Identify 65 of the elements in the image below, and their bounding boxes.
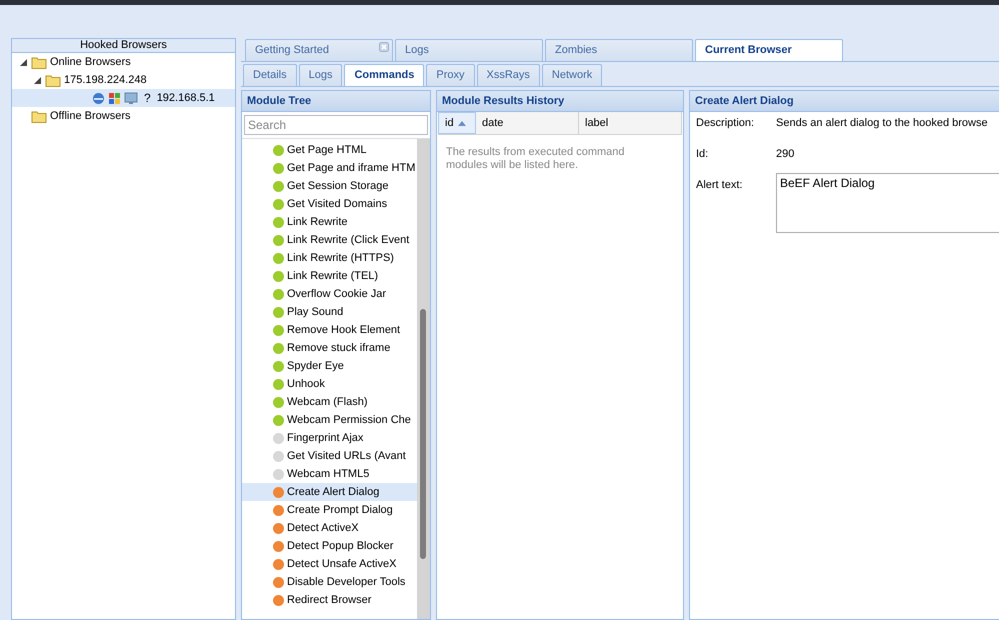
field-value: 290	[776, 148, 794, 160]
scrollbar[interactable]	[417, 139, 430, 619]
module-item[interactable]: Get Visited Domains	[242, 195, 417, 213]
module-item[interactable]: Get Page HTML	[242, 141, 417, 159]
windows-logo-icon	[108, 92, 121, 104]
module-item[interactable]: Detect Popup Blocker	[242, 537, 417, 555]
tree-node-label[interactable]: 175.198.224.248	[64, 74, 147, 86]
module-item[interactable]: Detect ActiveX	[242, 519, 417, 537]
module-item[interactable]: Play Sound	[242, 303, 417, 321]
module-item[interactable]: Create Prompt Dialog	[242, 501, 417, 519]
tab[interactable]: Network	[542, 64, 602, 86]
column-header[interactable]: label	[579, 112, 682, 134]
tab[interactable]: Logs	[395, 39, 543, 61]
tab[interactable]: XssRays	[476, 64, 540, 86]
expanded-icon[interactable]	[34, 76, 40, 84]
alert-text-field[interactable]: BeEF Alert Dialog	[776, 173, 999, 233]
tab[interactable]: Current Browser	[695, 39, 843, 61]
module-item[interactable]: Get Visited URLs (Avant	[242, 447, 417, 465]
module-item[interactable]: Link Rewrite	[242, 213, 417, 231]
tab[interactable]: Proxy	[426, 64, 475, 86]
folder-icon	[45, 74, 61, 86]
module-item[interactable]: Detect Unsafe ActiveX	[242, 555, 417, 573]
module-item[interactable]: Link Rewrite (TEL)	[242, 267, 417, 285]
folder-icon	[31, 56, 47, 68]
module-item[interactable]: Unhook	[242, 375, 417, 393]
field-label: Id:	[696, 148, 710, 160]
module-item[interactable]: Disable Developer Tools	[242, 573, 417, 591]
module-item[interactable]: Fingerprint Ajax	[242, 429, 417, 447]
folder-icon	[31, 110, 47, 122]
unknown-mark: ?	[143, 91, 152, 105]
panel-title: Hooked Browsers	[12, 39, 235, 53]
tab[interactable]: Logs	[298, 64, 342, 86]
field-value: Sends an alert dialog to the hooked browse	[776, 117, 988, 129]
column-header[interactable]: date	[476, 112, 579, 134]
module-item[interactable]: Remove stuck iframe	[242, 339, 417, 357]
empty-message: The results from executed command modules will be listed here.	[445, 145, 626, 173]
panel-title: Module Results History	[437, 91, 683, 112]
module-item[interactable]: Get Page and iframe HTM	[242, 159, 417, 177]
expanded-icon[interactable]	[20, 58, 26, 66]
tab[interactable]: Getting Started	[245, 39, 393, 61]
tab[interactable]: Commands	[344, 64, 424, 86]
tab[interactable]: Zombies	[545, 39, 693, 61]
module-item[interactable]: Webcam HTML5	[242, 465, 417, 483]
search-field[interactable]: Search	[244, 115, 428, 135]
module-item[interactable]: Spyder Eye	[242, 357, 417, 375]
module-item[interactable]: Remove Hook Element	[242, 321, 417, 339]
tree-node-label[interactable]: Online Browsers	[50, 56, 131, 68]
monitor-icon	[124, 92, 138, 104]
field-label: Alert text:	[696, 179, 744, 193]
module-item[interactable]: Get Session Storage	[242, 177, 417, 195]
tab[interactable]: Details	[243, 64, 297, 86]
module-item[interactable]: Overflow Cookie Jar	[242, 285, 417, 303]
module-item[interactable]: Link Rewrite (HTTPS)	[242, 249, 417, 267]
panel-title: Create Alert Dialog	[690, 91, 999, 112]
column-header[interactable]: id	[438, 112, 476, 134]
tree-node-label[interactable]: 192.168.5.1	[156, 92, 215, 104]
panel-title: Module Tree	[242, 91, 430, 112]
field-label: Description:	[696, 117, 756, 129]
module-item[interactable]: Link Rewrite (Click Event	[242, 231, 417, 249]
module-item[interactable]: Redirect Browser	[242, 591, 417, 609]
module-item[interactable]: Webcam (Flash)	[242, 393, 417, 411]
tree-node-label[interactable]: Offline Browsers	[50, 110, 130, 122]
module-item[interactable]: Create Alert Dialog	[242, 483, 417, 501]
sort-up-icon	[458, 120, 466, 126]
module-item[interactable]: Webcam Permission Che	[242, 411, 417, 429]
